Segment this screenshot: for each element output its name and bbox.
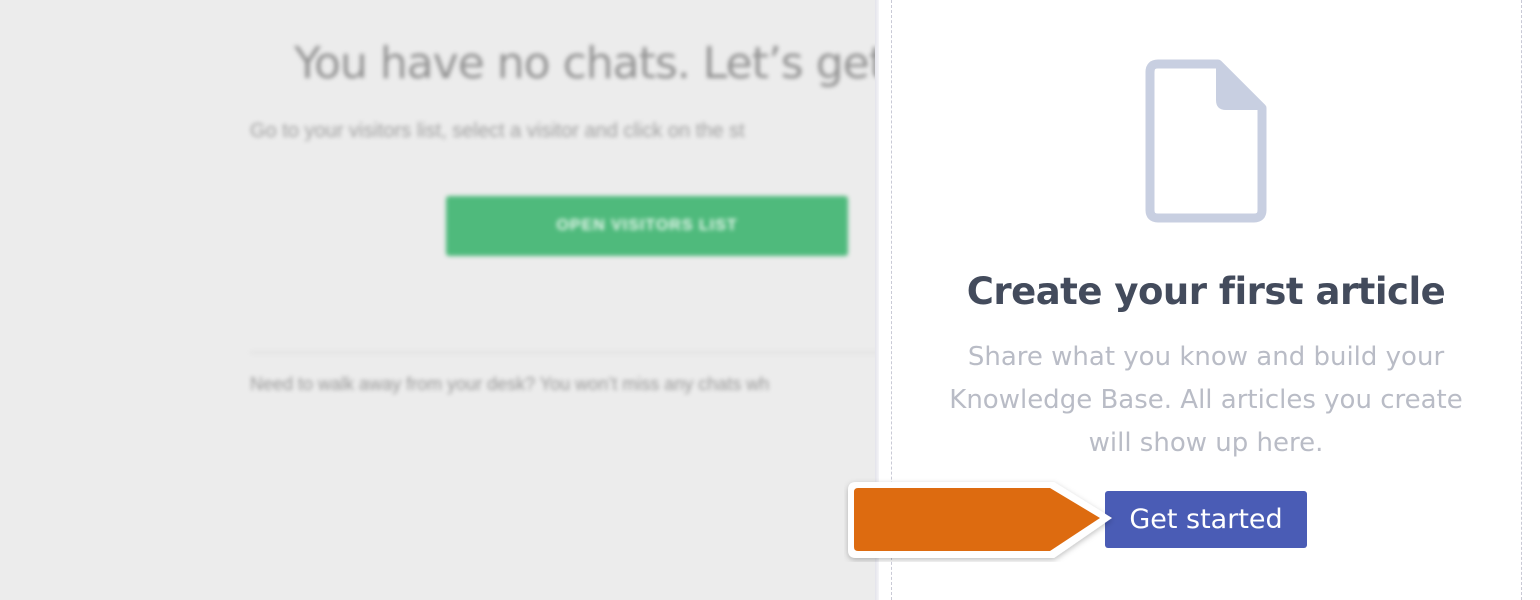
empty-state-title: Create your first article bbox=[966, 270, 1446, 313]
get-started-button[interactable]: Get started bbox=[1105, 491, 1307, 548]
tutorial-pointer-arrow-icon bbox=[848, 482, 1112, 558]
open-visitors-list-button[interactable]: OPEN VISITORS LIST bbox=[446, 196, 848, 256]
no-chats-subtitle: Go to your visitors list, select a visit… bbox=[250, 120, 745, 142]
divider bbox=[250, 352, 890, 353]
empty-state-description: Share what you know and build your Knowl… bbox=[949, 342, 1463, 458]
document-icon bbox=[1145, 59, 1267, 223]
dashed-guide-right bbox=[1521, 0, 1522, 600]
away-footnote: Need to walk away from your desk? You wo… bbox=[250, 374, 770, 394]
